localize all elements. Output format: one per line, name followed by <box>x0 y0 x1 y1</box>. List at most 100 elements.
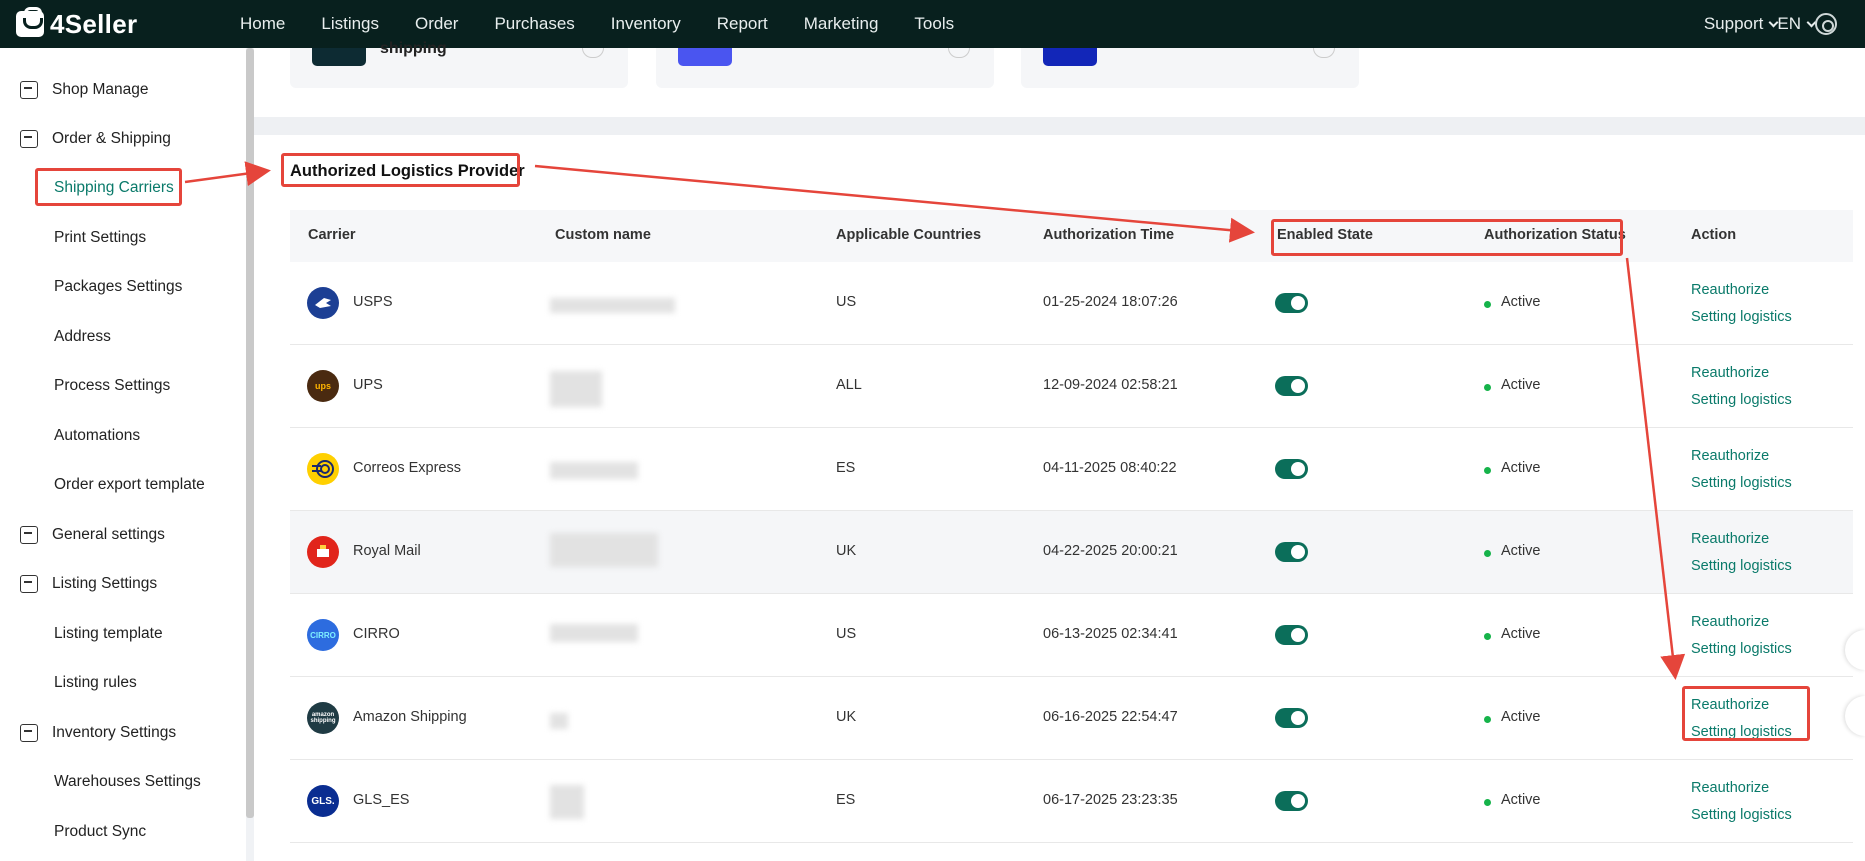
sidebar-item-shipping-carriers[interactable]: Shipping Carriers <box>0 173 246 203</box>
card-title: shipping <box>380 40 447 57</box>
sidebar-item-inventory-settings[interactable]: Inventory Settings <box>0 718 246 748</box>
authorization-time: 06-13-2025 02:34:41 <box>1043 626 1178 642</box>
sidebar-item-listing-rules[interactable]: Listing rules <box>0 668 246 698</box>
column-header-countries: Applicable Countries <box>836 227 982 243</box>
card-radio-icon[interactable] <box>948 48 970 58</box>
support-menu[interactable]: Support <box>1704 14 1779 34</box>
gls-icon: GLS. <box>307 785 339 817</box>
sidebar-item-label: Listing template <box>54 625 163 642</box>
sidebar-item-automations[interactable]: Automations <box>0 421 246 451</box>
setting-logistics-link[interactable]: Setting logistics <box>1691 309 1792 325</box>
sidebar-item-packages-settings[interactable]: Packages Settings <box>0 272 246 302</box>
enabled-toggle[interactable] <box>1275 459 1308 479</box>
reauthorize-link[interactable]: Reauthorize <box>1691 697 1769 713</box>
status-dot-icon <box>1484 716 1491 723</box>
reauthorize-link[interactable]: Reauthorize <box>1691 365 1769 381</box>
authorization-status: Active <box>1501 792 1541 808</box>
table-header: Carrier Custom name Applicable Countries… <box>290 210 1853 262</box>
enabled-toggle[interactable] <box>1275 708 1308 728</box>
section-title: Authorized Logistics Provider <box>290 162 525 180</box>
nav-tools[interactable]: Tools <box>914 14 954 34</box>
reauthorize-link[interactable]: Reauthorize <box>1691 448 1769 464</box>
sidebar-item-shop-manage[interactable]: Shop Manage <box>0 75 246 105</box>
authorization-status: Active <box>1501 626 1541 642</box>
applicable-countries: UK <box>836 709 857 725</box>
nav-inventory[interactable]: Inventory <box>611 14 681 34</box>
sidebar-item-label: Automations <box>54 427 141 444</box>
table-row: Correos Express ES 04-11-2025 08:40:22 A… <box>290 428 1853 511</box>
redacted-custom-name <box>550 371 602 407</box>
applicable-countries: UK <box>836 543 857 559</box>
sidebar-item-process-settings[interactable]: Process Settings <box>0 371 246 401</box>
carrier-card[interactable] <box>1021 48 1359 88</box>
sidebar-item-label: Packages Settings <box>54 278 183 295</box>
status-dot-icon <box>1484 550 1491 557</box>
sidebar-item-warehouses-settings[interactable]: Warehouses Settings <box>0 767 246 797</box>
setting-logistics-link[interactable]: Setting logistics <box>1691 475 1792 491</box>
card-radio-icon[interactable] <box>1313 48 1335 58</box>
enabled-toggle[interactable] <box>1275 625 1308 645</box>
enabled-toggle[interactable] <box>1275 791 1308 811</box>
settings-sidebar: Shop Manage Order & Shipping Shipping Ca… <box>0 48 246 861</box>
nav-purchases[interactable]: Purchases <box>494 14 574 34</box>
reauthorize-link[interactable]: Reauthorize <box>1691 614 1769 630</box>
shop-icon <box>20 81 38 99</box>
carrier-card[interactable] <box>656 48 994 88</box>
nav-marketing[interactable]: Marketing <box>804 14 879 34</box>
setting-logistics-link[interactable]: Setting logistics <box>1691 724 1792 740</box>
status-dot-icon <box>1484 384 1491 391</box>
enabled-toggle[interactable] <box>1275 542 1308 562</box>
reauthorize-link[interactable]: Reauthorize <box>1691 780 1769 796</box>
setting-logistics-link[interactable]: Setting logistics <box>1691 807 1792 823</box>
nav-order[interactable]: Order <box>415 14 458 34</box>
carrier-card[interactable] <box>290 48 628 88</box>
sidebar-item-product-sync[interactable]: Product Sync <box>0 817 246 847</box>
setting-logistics-link[interactable]: Setting logistics <box>1691 558 1792 574</box>
redacted-custom-name <box>550 624 638 642</box>
authorization-status: Active <box>1501 460 1541 476</box>
gear-icon[interactable] <box>1815 13 1837 35</box>
logo-text: CIRRO <box>310 630 336 640</box>
redacted-custom-name <box>550 785 584 819</box>
setting-logistics-link[interactable]: Setting logistics <box>1691 641 1792 657</box>
card-radio-icon[interactable] <box>582 48 604 58</box>
enabled-toggle[interactable] <box>1275 293 1308 313</box>
redacted-custom-name <box>550 713 568 729</box>
reauthorize-link[interactable]: Reauthorize <box>1691 282 1769 298</box>
sidebar-item-order-export-template[interactable]: Order export template <box>0 470 246 500</box>
ups-shield-icon: ups <box>307 370 339 402</box>
sidebar-item-label: Product Sync <box>54 823 147 840</box>
sidebar-item-listing-settings[interactable]: Listing Settings <box>0 569 246 599</box>
table-row: amazon shipping Amazon Shipping UK 06-16… <box>290 677 1853 760</box>
sidebar-item-order-shipping[interactable]: Order & Shipping <box>0 124 246 154</box>
sidebar-item-listing-template[interactable]: Listing template <box>0 619 246 649</box>
nav-listings[interactable]: Listings <box>321 14 379 34</box>
reauthorize-link[interactable]: Reauthorize <box>1691 531 1769 547</box>
sidebar-item-address[interactable]: Address <box>0 322 246 352</box>
authorization-status: Active <box>1501 543 1541 559</box>
sidebar-item-label: General settings <box>52 526 165 543</box>
royal-mail-icon <box>307 536 339 568</box>
nav-right-group: Support EN <box>1704 0 1865 48</box>
printer-icon <box>20 526 38 544</box>
sidebar-scrollbar[interactable] <box>246 48 254 818</box>
upload-icon <box>20 575 38 593</box>
language-menu[interactable]: EN <box>1777 14 1817 34</box>
nav-report[interactable]: Report <box>717 14 768 34</box>
sidebar-item-label: Shop Manage <box>52 81 149 98</box>
authorization-status: Active <box>1501 709 1541 725</box>
sidebar-item-print-settings[interactable]: Print Settings <box>0 223 246 253</box>
table-row: Royal Mail UK 04-22-2025 20:00:21 Active… <box>290 511 1853 594</box>
redacted-custom-name <box>550 533 658 567</box>
bag-logo-icon <box>16 7 44 37</box>
app-logo[interactable]: 4Seller <box>16 7 206 40</box>
sidebar-item-general-settings[interactable]: General settings <box>0 520 246 550</box>
status-dot-icon <box>1484 633 1491 640</box>
card-logo-icon <box>678 48 732 66</box>
enabled-toggle[interactable] <box>1275 376 1308 396</box>
sidebar-item-label: Print Settings <box>54 229 147 246</box>
sidebar-item-label: Order & Shipping <box>52 130 171 147</box>
setting-logistics-link[interactable]: Setting logistics <box>1691 392 1792 408</box>
nav-home[interactable]: Home <box>240 14 285 34</box>
applicable-countries: ES <box>836 460 856 476</box>
